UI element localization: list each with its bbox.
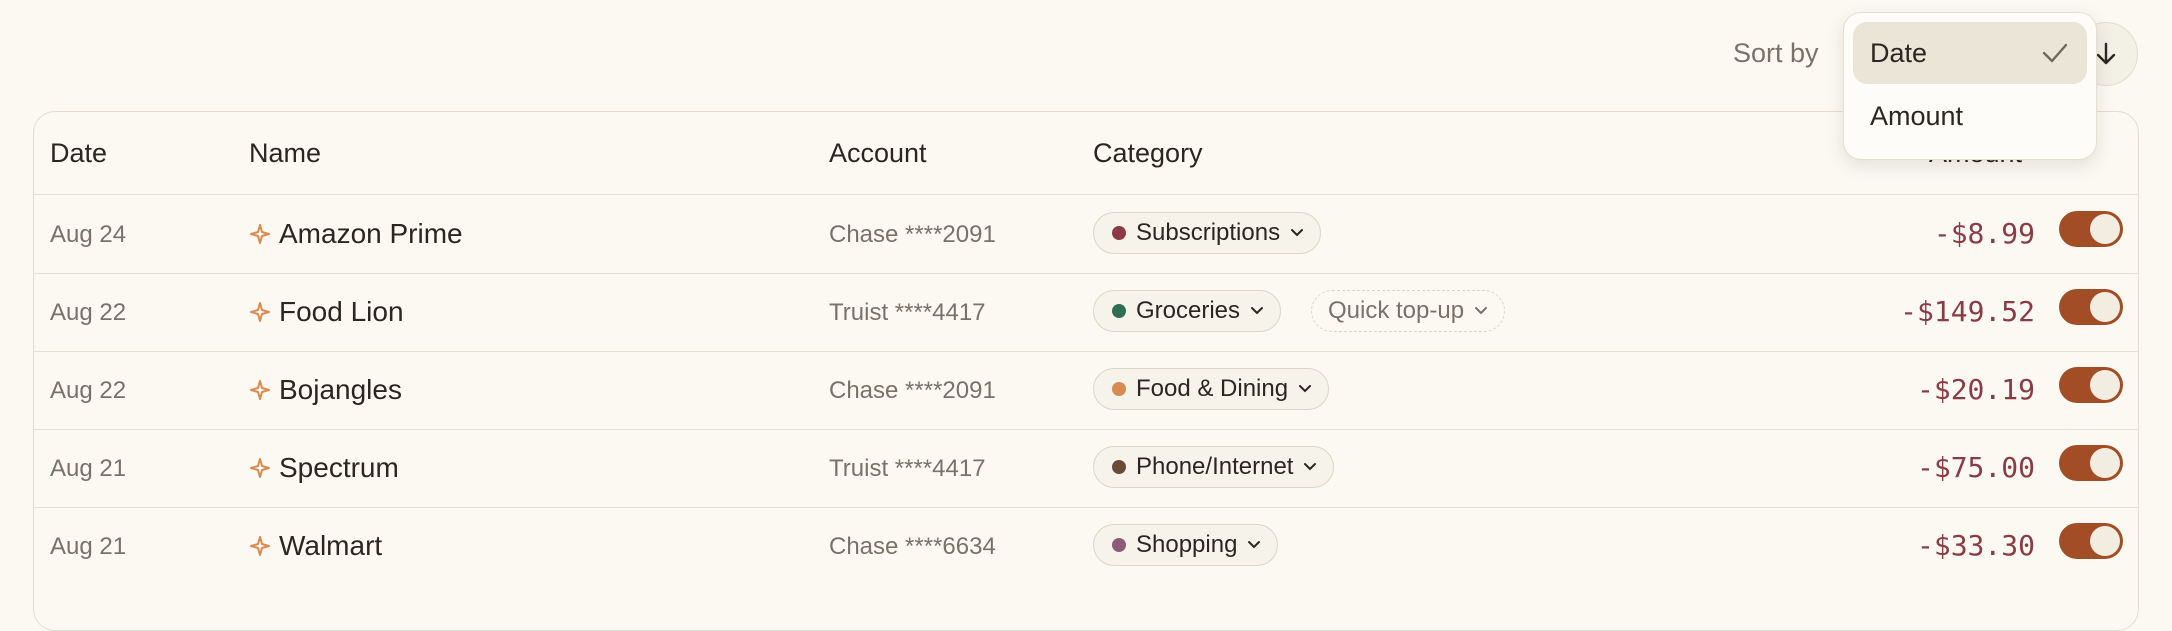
chevron-down-icon	[1475, 307, 1488, 315]
quick-top-up-label: Quick top-up	[1328, 297, 1465, 324]
column-header-name[interactable]: Name	[249, 138, 321, 169]
sort-option-amount[interactable]: Amount	[1853, 85, 2087, 147]
table-row[interactable]: Aug 24 Amazon Prime Chase ****2091 Subsc…	[34, 195, 2138, 274]
category-chip[interactable]: Shopping	[1093, 524, 1279, 566]
include-toggle[interactable]	[2059, 523, 2123, 559]
sort-option-label: Date	[1870, 37, 1928, 68]
toggle-knob	[2090, 448, 2120, 478]
transaction-name: Amazon Prime	[249, 218, 463, 250]
column-header-account[interactable]: Account	[829, 138, 927, 169]
chevron-down-icon	[1291, 229, 1304, 237]
column-header-category[interactable]: Category	[1093, 138, 1203, 169]
category-label: Subscriptions	[1136, 219, 1281, 246]
transaction-amount: -$149.52	[1900, 295, 2035, 328]
sparkle-icon	[250, 224, 270, 244]
chevron-down-icon	[1248, 541, 1261, 549]
check-icon	[2042, 43, 2068, 63]
transaction-name: Food Lion	[249, 296, 404, 328]
transaction-account: Chase ****6634	[829, 533, 996, 560]
sort-option-date[interactable]: Date	[1853, 22, 2087, 84]
include-toggle[interactable]	[2059, 289, 2123, 325]
transaction-account: Truist ****4417	[829, 299, 986, 326]
category-label: Food & Dining	[1136, 375, 1289, 402]
table-row[interactable]: Aug 22 Food Lion Truist ****4417 Groceri…	[34, 273, 2138, 352]
transaction-account: Truist ****4417	[829, 455, 986, 482]
transaction-amount: -$33.30	[1916, 529, 2035, 562]
table-row[interactable]: Aug 22 Bojangles Chase ****2091 Food & D…	[34, 351, 2138, 430]
include-toggle[interactable]	[2059, 211, 2123, 247]
transaction-account: Chase ****2091	[829, 221, 996, 248]
table-row[interactable]: Aug 21 Spectrum Truist ****4417 Phone/In…	[34, 429, 2138, 508]
transaction-name: Walmart	[249, 530, 382, 562]
toggle-knob	[2090, 526, 2120, 556]
transaction-date: Aug 21	[50, 533, 127, 560]
transaction-name-label: Bojangles	[279, 374, 402, 405]
include-toggle[interactable]	[2059, 445, 2123, 481]
category-label: Groceries	[1136, 297, 1241, 324]
table-row[interactable]: Aug 21 Walmart Chase ****6634 Shopping -…	[34, 507, 2138, 585]
sort-by-label: Sort by	[1733, 38, 1819, 68]
category-chip[interactable]: Phone/Internet	[1093, 446, 1335, 488]
transaction-amount: -$20.19	[1916, 373, 2035, 406]
sort-option-label: Amount	[1870, 100, 1964, 131]
transaction-name-label: Walmart	[279, 530, 383, 561]
column-header-date[interactable]: Date	[50, 138, 107, 169]
toggle-knob	[2090, 370, 2120, 400]
chevron-down-icon	[1299, 385, 1312, 393]
category-color-dot	[1112, 304, 1126, 318]
toggle-knob	[2090, 292, 2120, 322]
transaction-name: Spectrum	[249, 452, 399, 484]
transaction-amount: -$8.99	[1933, 217, 2035, 250]
category-label: Phone/Internet	[1136, 453, 1294, 480]
sparkle-icon	[250, 536, 270, 556]
category-color-dot	[1112, 538, 1126, 552]
transaction-date: Aug 22	[50, 377, 127, 404]
transaction-date: Aug 24	[50, 221, 127, 248]
chevron-down-icon	[1251, 307, 1264, 315]
transaction-name: Bojangles	[249, 374, 402, 406]
quick-top-up-chip[interactable]: Quick top-up	[1311, 290, 1506, 332]
category-color-dot	[1112, 226, 1126, 240]
transaction-name-label: Food Lion	[279, 296, 404, 327]
transaction-name-label: Amazon Prime	[279, 218, 463, 249]
transaction-name-label: Spectrum	[279, 452, 399, 483]
sparkle-icon	[250, 380, 270, 400]
sort-dropdown-menu: Date Amount	[1843, 12, 2097, 160]
category-color-dot	[1112, 382, 1126, 396]
sparkle-icon	[250, 302, 270, 322]
chevron-down-icon	[1304, 463, 1317, 471]
sort-bar: Sort by Date Amount	[0, 0, 2172, 160]
category-chip[interactable]: Groceries	[1093, 290, 1282, 332]
toggle-knob	[2090, 214, 2120, 244]
include-toggle[interactable]	[2059, 367, 2123, 403]
category-label: Shopping	[1136, 531, 1238, 558]
transaction-date: Aug 22	[50, 299, 127, 326]
category-chip[interactable]: Food & Dining	[1093, 368, 1330, 410]
transaction-amount: -$75.00	[1916, 451, 2035, 484]
transaction-date: Aug 21	[50, 455, 127, 482]
transactions-table: Date Name Account Category Amount Aug 24…	[33, 111, 2139, 631]
table-header: Date Name Account Category Amount	[34, 112, 2138, 195]
category-color-dot	[1112, 460, 1126, 474]
category-chip[interactable]: Subscriptions	[1093, 212, 1322, 254]
sparkle-icon	[250, 458, 270, 478]
transaction-account: Chase ****2091	[829, 377, 996, 404]
